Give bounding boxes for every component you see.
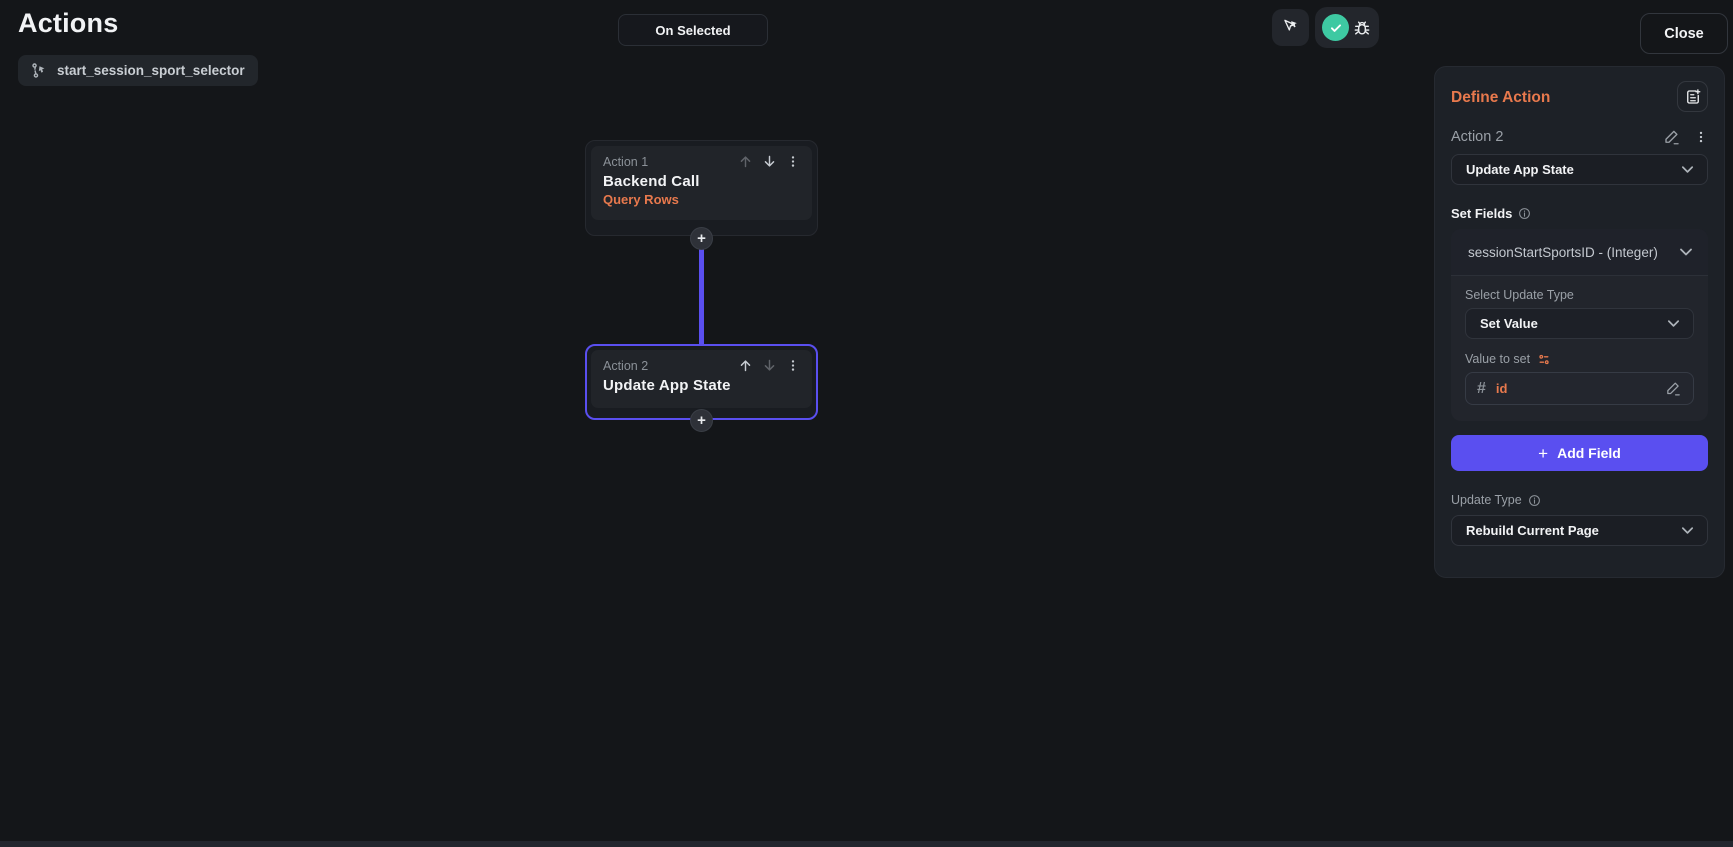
info-icon[interactable] [1528, 494, 1541, 507]
chevron-down-icon [1678, 244, 1694, 260]
info-icon[interactable] [1518, 207, 1531, 220]
set-field-group: sessionStartSportsID - (Integer) Select … [1451, 229, 1708, 421]
check-circle-icon[interactable] [1322, 14, 1350, 41]
rebuild-scope-dropdown[interactable]: Rebuild Current Page [1451, 515, 1708, 546]
define-action-panel: Define Action Action 2 Update App State … [1434, 66, 1725, 578]
kebab-menu-icon[interactable] [786, 154, 800, 169]
integer-hash-icon: # [1477, 379, 1486, 397]
action-node-1[interactable]: Action 1 Backend Call Query Rows [585, 140, 818, 236]
interaction-path-icon [31, 62, 48, 79]
field-select-dropdown[interactable]: sessionStartSportsID - (Integer) [1451, 229, 1708, 276]
action-node-title: Update App State [603, 377, 731, 394]
update-type-value-dropdown[interactable]: Set Value [1465, 308, 1694, 339]
close-button[interactable]: Close [1640, 13, 1728, 54]
run-status-group [1315, 7, 1379, 48]
selected-action-label: Action 2 [1451, 129, 1504, 145]
action-type-dropdown[interactable]: Update App State [1451, 154, 1708, 185]
rename-action-icon[interactable] [1663, 128, 1681, 146]
action-node-label: Action 2 [603, 358, 649, 373]
value-to-set-field[interactable]: # id [1465, 372, 1694, 405]
plus-icon: + [1538, 443, 1549, 463]
document-add-icon [1684, 88, 1702, 106]
trigger-widget-label: start_session_sport_selector [57, 63, 245, 78]
chevron-down-icon [1680, 523, 1695, 538]
move-down-icon[interactable] [762, 358, 777, 373]
multi-cursor-icon [1281, 18, 1300, 37]
move-up-icon[interactable] [738, 154, 753, 169]
set-fields-label: Set Fields [1451, 206, 1513, 221]
edit-value-icon[interactable] [1665, 380, 1682, 397]
multi-cursor-button[interactable] [1272, 9, 1309, 46]
value-to-set-label: Value to set [1465, 352, 1531, 366]
action-node-subtitle: Query Rows [603, 192, 679, 207]
action-options-kebab-icon[interactable] [1694, 129, 1708, 145]
add-action-button[interactable]: + [690, 409, 713, 432]
flow-connector-line [699, 238, 704, 348]
move-up-icon[interactable] [738, 358, 753, 373]
update-type-label: Update Type [1451, 493, 1522, 507]
panel-title: Define Action [1451, 89, 1551, 106]
value-to-set-value: id [1495, 381, 1508, 396]
add-action-button[interactable]: + [690, 227, 713, 250]
add-field-button[interactable]: + Add Field [1451, 435, 1708, 471]
kebab-menu-icon[interactable] [786, 358, 800, 373]
action-node-label: Action 1 [603, 154, 649, 169]
on-selected-trigger-button[interactable]: On Selected [618, 14, 768, 46]
actions-editor: Actions start_session_sport_selector On … [0, 0, 1733, 847]
select-update-type-label: Select Update Type [1465, 288, 1574, 302]
variable-binding-icon[interactable] [1537, 353, 1551, 366]
chevron-down-icon [1666, 316, 1681, 331]
action-node-title: Backend Call [603, 173, 700, 190]
copy-action-button[interactable] [1677, 81, 1708, 112]
bottom-divider-bar [0, 841, 1733, 847]
move-down-icon[interactable] [762, 154, 777, 169]
bug-icon[interactable] [1352, 18, 1372, 38]
page-title: Actions [18, 8, 119, 38]
chevron-down-icon [1680, 162, 1695, 177]
trigger-widget-chip[interactable]: start_session_sport_selector [18, 55, 258, 86]
